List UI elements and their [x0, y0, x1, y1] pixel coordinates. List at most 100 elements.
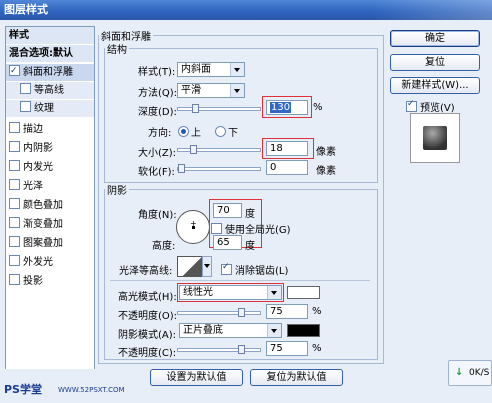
sidebar-item-bevel[interactable]: 斜面和浮雕 [6, 63, 94, 81]
make-default-button[interactable]: 设置为默认值 [150, 369, 243, 386]
size-slider[interactable] [177, 145, 261, 154]
sidebar-item-inner-shadow[interactable]: 内阴影 [6, 140, 94, 157]
gradient-overlay-checkbox[interactable] [9, 217, 20, 228]
highlight-mode-select[interactable]: 线性光 [179, 285, 282, 300]
highlight-opacity-value: 75 [270, 306, 283, 317]
direction-down-radio[interactable] [215, 126, 226, 137]
drop-shadow-checkbox[interactable] [9, 274, 20, 285]
angle-dial[interactable]: + [176, 210, 210, 244]
pattern-overlay-checkbox[interactable] [9, 236, 20, 247]
sidebar-item-outer-glow[interactable]: 外发光 [6, 254, 94, 271]
method-select[interactable]: 平滑 [177, 83, 245, 98]
sidebar-item-contour[interactable]: 等高线 [6, 82, 94, 99]
direction-up-text: 上 [191, 128, 201, 139]
preview-checkbox[interactable] [406, 99, 417, 112]
reset-button[interactable]: 复位 [390, 54, 480, 71]
direction-up-radio[interactable] [178, 126, 189, 137]
depth-unit: % [313, 102, 323, 113]
texture-checkbox[interactable] [20, 101, 31, 112]
altitude-input[interactable]: 65 [213, 235, 242, 250]
angle-dial-center [192, 226, 195, 229]
size-label: 大小(Z): [138, 148, 177, 159]
antialias-checkbox[interactable] [221, 262, 232, 275]
highlight-color-swatch[interactable] [287, 286, 320, 299]
sidebar-item-label: 颜色叠加 [23, 200, 63, 211]
antialias-option[interactable]: 消除锯齿(L) [221, 262, 288, 277]
network-speed: 0K/S [469, 368, 490, 378]
soften-slider-thumb[interactable] [178, 164, 185, 173]
color-overlay-checkbox[interactable] [9, 198, 20, 209]
style-preview [410, 113, 460, 163]
contour-checkbox[interactable] [20, 83, 31, 94]
size-input[interactable]: 18 [266, 141, 308, 156]
soften-slider[interactable] [177, 164, 261, 173]
sidebar-item-label: 斜面和浮雕 [23, 67, 73, 78]
shadow-opacity-slider[interactable] [177, 345, 261, 354]
satin-checkbox[interactable] [9, 179, 20, 190]
stroke-checkbox[interactable] [9, 122, 20, 133]
sidebar-item-inner-glow[interactable]: 内发光 [6, 159, 94, 176]
depth-input[interactable]: 130 [266, 100, 308, 115]
title-bar: 图层样式 [0, 0, 492, 20]
altitude-value: 65 [217, 237, 230, 248]
bevel-checkbox[interactable] [9, 63, 20, 80]
sidebar-item-pattern-overlay[interactable]: 图案叠加 [6, 235, 94, 252]
blend-options-item[interactable]: 混合选项:默认 [6, 45, 94, 62]
style-value: 内斜面 [181, 64, 211, 75]
shading-title: 阴影 [107, 186, 127, 197]
inner-shadow-checkbox[interactable] [9, 141, 20, 152]
global-light-option[interactable]: 使用全局光(G) [211, 221, 291, 236]
sidebar-item-label: 投影 [23, 276, 43, 287]
sidebar-item-label: 纹理 [34, 103, 54, 114]
new-style-button[interactable]: 新建样式(W)... [390, 77, 480, 94]
preview-option[interactable]: 预览(V) [406, 99, 455, 114]
chevron-down-icon [204, 264, 210, 268]
altitude-label: 高度: [152, 241, 176, 252]
soften-input[interactable]: 0 [266, 160, 308, 175]
windows-logo-icon [372, 0, 492, 20]
sidebar-item-gradient-overlay[interactable]: 渐变叠加 [6, 216, 94, 233]
sidebar-item-label: 光泽 [23, 181, 43, 192]
depth-slider[interactable] [177, 104, 261, 113]
watermark-site: WWW.52PSXT.COM [58, 386, 125, 394]
divider [110, 280, 370, 281]
shadow-opacity-thumb[interactable] [238, 345, 245, 354]
reset-default-button[interactable]: 复位为默认值 [250, 369, 343, 386]
direction-down-option[interactable]: 下 [215, 124, 238, 139]
sidebar-item-drop-shadow[interactable]: 投影 [6, 273, 94, 290]
sidebar-item-stroke[interactable]: 描边 [6, 121, 94, 138]
shadow-color-swatch[interactable] [287, 324, 320, 337]
window-title: 图层样式 [4, 3, 48, 16]
highlight-mode-value: 线性光 [183, 287, 213, 298]
chevron-down-icon [230, 63, 244, 76]
inner-glow-checkbox[interactable] [9, 160, 20, 171]
highlight-opacity-thumb[interactable] [238, 308, 245, 317]
outer-glow-checkbox[interactable] [9, 255, 20, 266]
sidebar-item-color-overlay[interactable]: 颜色叠加 [6, 197, 94, 214]
sidebar-item-texture[interactable]: 纹理 [6, 100, 94, 117]
gloss-contour-dropdown[interactable] [202, 256, 212, 277]
watermark-logo: PS学堂 [4, 383, 42, 396]
highlight-opacity-input[interactable]: 75 [266, 304, 308, 319]
ok-button[interactable]: 确定 [390, 30, 480, 47]
angle-label: 角度(N): [138, 210, 177, 221]
angle-input[interactable]: 70 [213, 203, 242, 218]
global-light-checkbox[interactable] [211, 223, 222, 234]
shadow-opacity-unit: % [312, 343, 322, 354]
highlight-opacity-slider[interactable] [177, 308, 261, 317]
style-select[interactable]: 内斜面 [177, 62, 245, 77]
size-slider-thumb[interactable] [190, 145, 197, 154]
shadow-mode-select[interactable]: 正片叠底 [179, 323, 282, 338]
angle-unit: 度 [245, 209, 255, 220]
altitude-unit: 度 [245, 241, 255, 252]
soften-unit: 像素 [316, 166, 336, 177]
highlight-opacity-label: 不透明度(O): [118, 311, 178, 322]
styles-header[interactable]: 样式 [6, 27, 94, 44]
direction-up-option[interactable]: 上 [178, 124, 201, 139]
depth-slider-thumb[interactable] [192, 104, 199, 113]
shadow-opacity-input[interactable]: 75 [266, 341, 308, 356]
shadow-opacity-value: 75 [270, 343, 283, 354]
style-label: 样式(T): [138, 67, 176, 78]
depth-value: 130 [270, 102, 292, 113]
sidebar-item-satin[interactable]: 光泽 [6, 178, 94, 195]
